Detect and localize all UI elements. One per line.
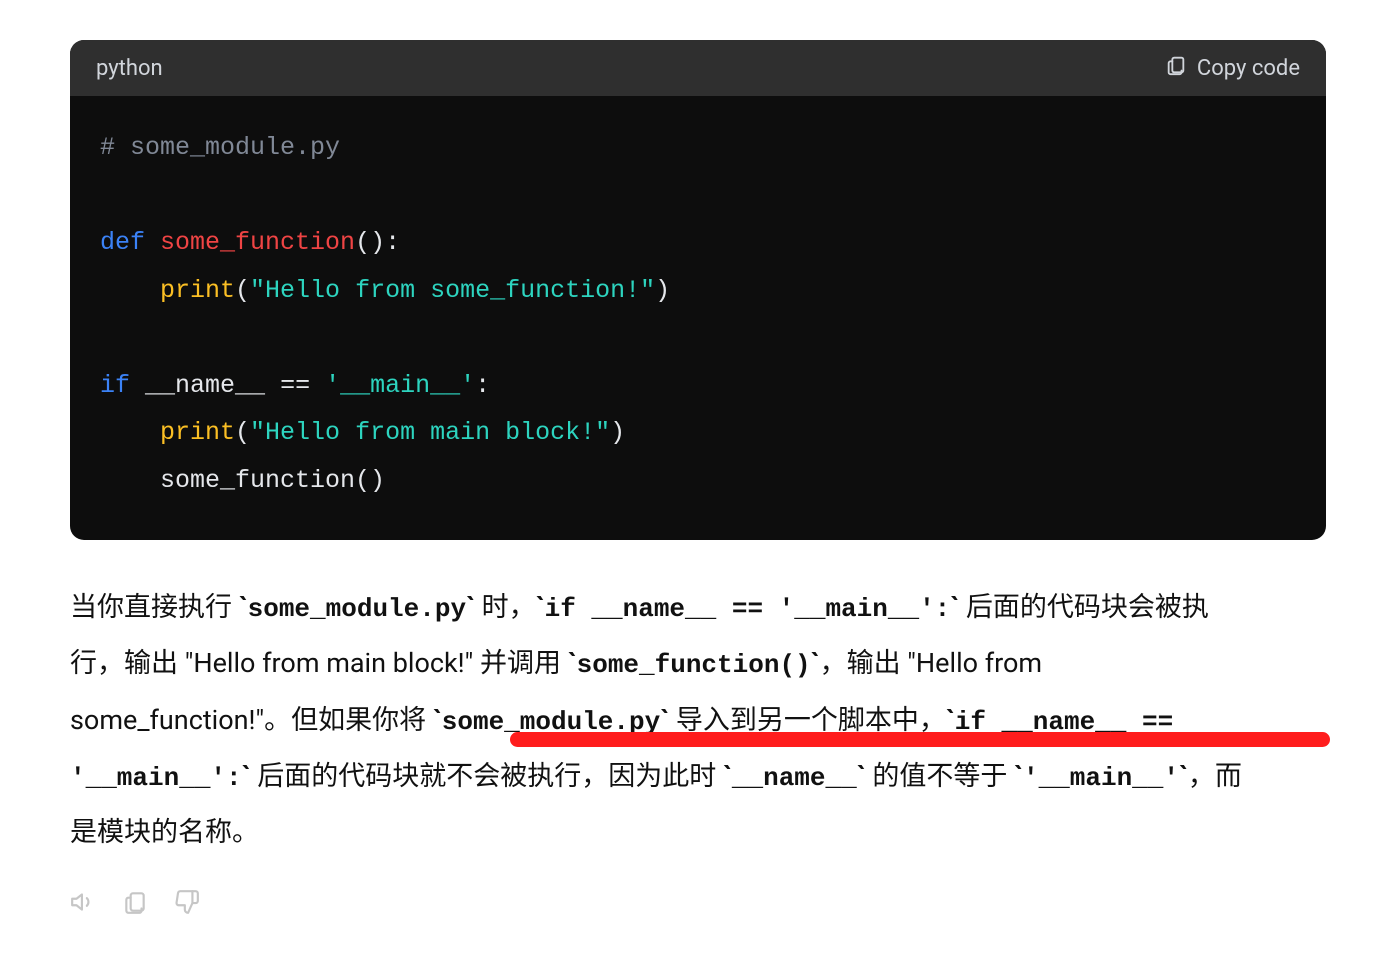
copy-code-label: Copy code (1197, 56, 1300, 81)
code-keyword-def: def (100, 228, 145, 257)
inline-code: __name__ (732, 763, 857, 793)
inline-code: some_module.py (248, 594, 466, 624)
code-string: "Hello from main block!" (250, 418, 610, 447)
text: 导入到另一个脚本中， (669, 704, 946, 736)
clipboard-icon (1165, 54, 1187, 82)
code-language-label: python (96, 56, 163, 81)
code-string-main: '__main__' (325, 371, 475, 400)
code-block: python Copy code # some_module.py def so… (70, 40, 1326, 540)
inline-code: if __name__ == '__main__': (545, 594, 951, 624)
text: 时， (475, 591, 536, 623)
inline-code: some_function() (577, 650, 811, 680)
speaker-icon[interactable] (70, 889, 96, 919)
code-builtin-print: print (160, 276, 235, 305)
code-call: some_function() (160, 466, 385, 495)
code-keyword-if: if (100, 371, 130, 400)
inline-code: '__main__' (1023, 763, 1179, 793)
message-actions (70, 889, 1326, 919)
code-function-name: some_function (160, 228, 355, 257)
clipboard-icon[interactable] (122, 889, 148, 919)
thumbs-down-icon[interactable] (174, 889, 200, 919)
text: 当你直接执行 (70, 591, 239, 623)
annotation-underline (510, 732, 1330, 747)
code-dunder-name: __name__ (145, 371, 265, 400)
explanation-paragraph: 当你直接执行 `some_module.py` 时，`if __name__ =… (70, 580, 1250, 861)
code-content[interactable]: # some_module.py def some_function(): pr… (70, 96, 1326, 540)
text: 后面的代码块就不会被执行，因为此时 (251, 760, 723, 792)
code-string: "Hello from some_function!" (250, 276, 655, 305)
copy-code-button[interactable]: Copy code (1165, 54, 1300, 82)
code-comment: # some_module.py (100, 133, 340, 162)
code-block-header: python Copy code (70, 40, 1326, 96)
text: 的值不等于 (866, 760, 1014, 792)
code-builtin-print: print (160, 418, 235, 447)
